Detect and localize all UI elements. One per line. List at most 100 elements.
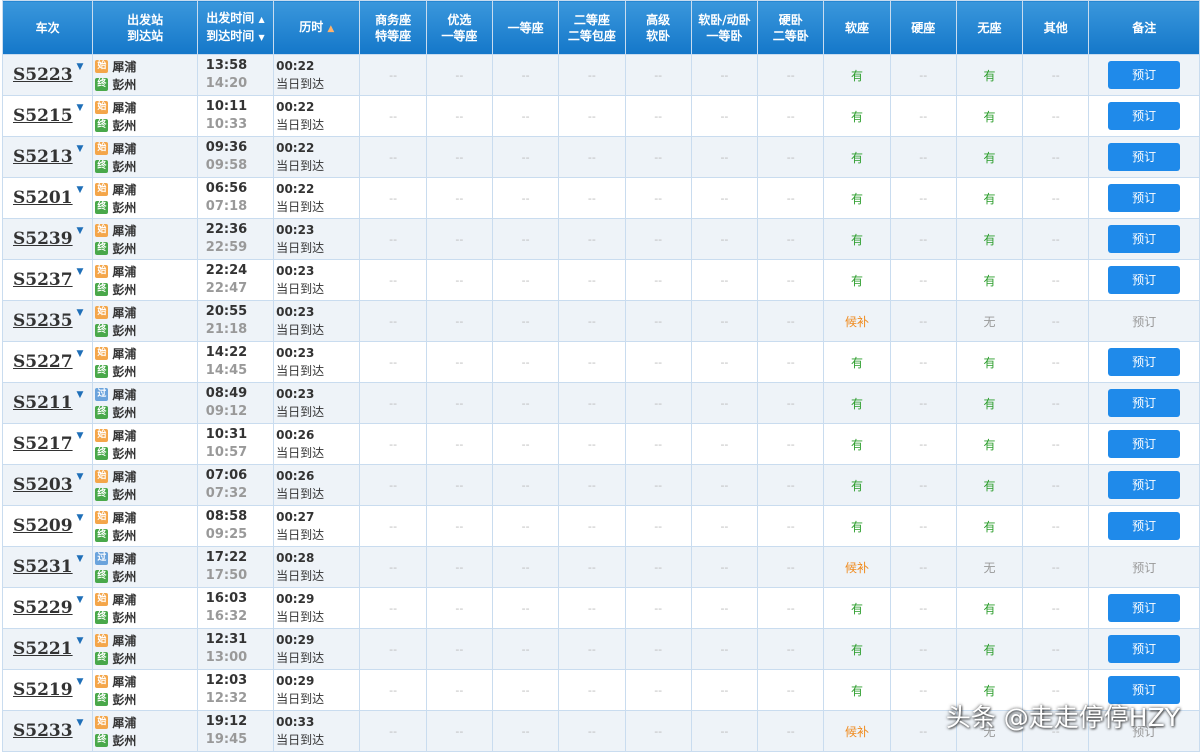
from-station[interactable]: 始 犀浦 — [95, 631, 196, 649]
train-number-link[interactable]: S5227 — [13, 352, 73, 372]
expand-stops-icon[interactable]: ▼ — [76, 554, 83, 564]
expand-stops-icon[interactable]: ▼ — [76, 267, 83, 277]
to-station[interactable]: 终 彭州 — [95, 75, 196, 93]
hard-sleeper-cell: -- — [757, 710, 825, 752]
header-stations[interactable]: 出发站 到达站 — [92, 0, 198, 55]
book-button[interactable]: 预订 — [1108, 184, 1181, 212]
sort-down-icon[interactable]: ▼ — [258, 33, 264, 42]
train-number-link[interactable]: S5201 — [13, 188, 73, 208]
to-station[interactable]: 终 彭州 — [95, 362, 196, 380]
expand-stops-icon[interactable]: ▼ — [76, 472, 83, 482]
train-number-link[interactable]: S5229 — [13, 598, 73, 618]
expand-stops-icon[interactable]: ▼ — [76, 718, 83, 728]
book-button[interactable]: 预订 — [1108, 143, 1181, 171]
from-station[interactable]: 始 犀浦 — [95, 426, 196, 444]
train-number-link[interactable]: S5203 — [13, 475, 73, 495]
to-station[interactable]: 终 彭州 — [95, 198, 196, 216]
book-button[interactable]: 预订 — [1108, 389, 1181, 417]
expand-stops-icon[interactable]: ▼ — [76, 636, 83, 646]
book-button[interactable]: 预订 — [1108, 61, 1181, 89]
book-button[interactable]: 预订 — [1108, 102, 1181, 130]
expand-stops-icon[interactable]: ▼ — [76, 513, 83, 523]
from-station[interactable]: 始 犀浦 — [95, 221, 196, 239]
train-number-link[interactable]: S5239 — [13, 229, 73, 249]
premium-seat-cell: -- — [425, 218, 494, 260]
train-number-link[interactable]: S5209 — [13, 516, 73, 536]
train-number-link[interactable]: S5217 — [13, 434, 73, 454]
train-number-link[interactable]: S5237 — [13, 270, 73, 290]
expand-stops-icon[interactable]: ▼ — [76, 103, 83, 113]
expand-stops-icon[interactable]: ▼ — [76, 62, 83, 72]
train-number-link[interactable]: S5233 — [13, 721, 73, 741]
sort-up-icon[interactable]: ▲ — [258, 15, 264, 24]
train-number-link[interactable]: S5235 — [13, 311, 73, 331]
train-number-link[interactable]: S5215 — [13, 106, 73, 126]
from-station[interactable]: 始 犀浦 — [95, 713, 196, 731]
expand-stops-icon[interactable]: ▼ — [76, 349, 83, 359]
book-button[interactable]: 预订 — [1108, 266, 1181, 294]
arrival-time: 17:50 — [205, 568, 248, 583]
from-station[interactable]: 始 犀浦 — [95, 303, 196, 321]
from-station[interactable]: 过 犀浦 — [95, 385, 196, 403]
to-station[interactable]: 终 彭州 — [95, 157, 196, 175]
train-number-link[interactable]: S5221 — [13, 639, 73, 659]
from-station[interactable]: 过 犀浦 — [95, 549, 196, 567]
to-station[interactable]: 终 彭州 — [95, 444, 196, 462]
to-station[interactable]: 终 彭州 — [95, 567, 196, 585]
to-station[interactable]: 终 彭州 — [95, 608, 196, 626]
train-number-link[interactable]: S5213 — [13, 147, 73, 167]
sort-active-icon[interactable]: ▲ — [327, 24, 334, 34]
to-station[interactable]: 终 彭州 — [95, 690, 196, 708]
to-station[interactable]: 终 彭州 — [95, 526, 196, 544]
expand-stops-icon[interactable]: ▼ — [76, 390, 83, 400]
header-dep-time[interactable]: 出发时间 ▲ — [198, 10, 273, 28]
expand-stops-icon[interactable]: ▼ — [76, 308, 83, 318]
header-arr-time[interactable]: 到达时间 ▼ — [198, 28, 273, 46]
from-station[interactable]: 始 犀浦 — [95, 590, 196, 608]
hard-sleeper-cell: -- — [757, 300, 825, 342]
book-button[interactable]: 预订 — [1108, 512, 1181, 540]
book-button[interactable]: 预订 — [1108, 635, 1181, 663]
header-times[interactable]: 出发时间 ▲ 到达时间 ▼ — [196, 0, 275, 55]
train-number-link[interactable]: S5219 — [13, 680, 73, 700]
from-station[interactable]: 始 犀浦 — [95, 180, 196, 198]
arrival-time: 09:58 — [205, 158, 248, 173]
from-station[interactable]: 始 犀浦 — [95, 139, 196, 157]
book-button[interactable]: 预订 — [1108, 594, 1181, 622]
to-station[interactable]: 终 彭州 — [95, 485, 196, 503]
other-seat-cell: -- — [1022, 177, 1090, 219]
from-station[interactable]: 始 犀浦 — [95, 672, 196, 690]
expand-stops-icon[interactable]: ▼ — [76, 677, 83, 687]
train-number-link[interactable]: S5223 — [13, 65, 73, 85]
train-number-link[interactable]: S5211 — [13, 393, 73, 413]
to-station[interactable]: 终 彭州 — [95, 239, 196, 257]
train-number-link[interactable]: S5231 — [13, 557, 73, 577]
book-button[interactable]: 预订 — [1108, 430, 1181, 458]
expand-stops-icon[interactable]: ▼ — [76, 185, 83, 195]
book-button[interactable]: 预订 — [1108, 676, 1181, 704]
soft-seat-cell[interactable]: 候补 — [823, 710, 891, 752]
book-button[interactable]: 预订 — [1108, 348, 1181, 376]
expand-stops-icon[interactable]: ▼ — [76, 144, 83, 154]
soft-seat-cell[interactable]: 候补 — [823, 300, 891, 342]
expand-stops-icon[interactable]: ▼ — [76, 431, 83, 441]
from-station[interactable]: 始 犀浦 — [95, 262, 196, 280]
book-button[interactable]: 预订 — [1108, 225, 1181, 253]
from-station[interactable]: 始 犀浦 — [95, 57, 196, 75]
header-duration[interactable]: 历时 ▲ — [273, 0, 361, 55]
to-station[interactable]: 终 彭州 — [95, 731, 196, 749]
to-station[interactable]: 终 彭州 — [95, 321, 196, 339]
book-button[interactable]: 预订 — [1108, 471, 1181, 499]
to-station[interactable]: 终 彭州 — [95, 649, 196, 667]
from-station[interactable]: 始 犀浦 — [95, 98, 196, 116]
to-station[interactable]: 终 彭州 — [95, 116, 196, 134]
expand-stops-icon[interactable]: ▼ — [76, 595, 83, 605]
to-station[interactable]: 终 彭州 — [95, 403, 196, 421]
from-station[interactable]: 始 犀浦 — [95, 344, 196, 362]
from-station[interactable]: 始 犀浦 — [95, 508, 196, 526]
time-cell: 12:03 12:32 — [196, 669, 275, 711]
expand-stops-icon[interactable]: ▼ — [76, 226, 83, 236]
to-station[interactable]: 终 彭州 — [95, 280, 196, 298]
from-station[interactable]: 始 犀浦 — [95, 467, 196, 485]
soft-seat-cell[interactable]: 候补 — [823, 546, 891, 588]
